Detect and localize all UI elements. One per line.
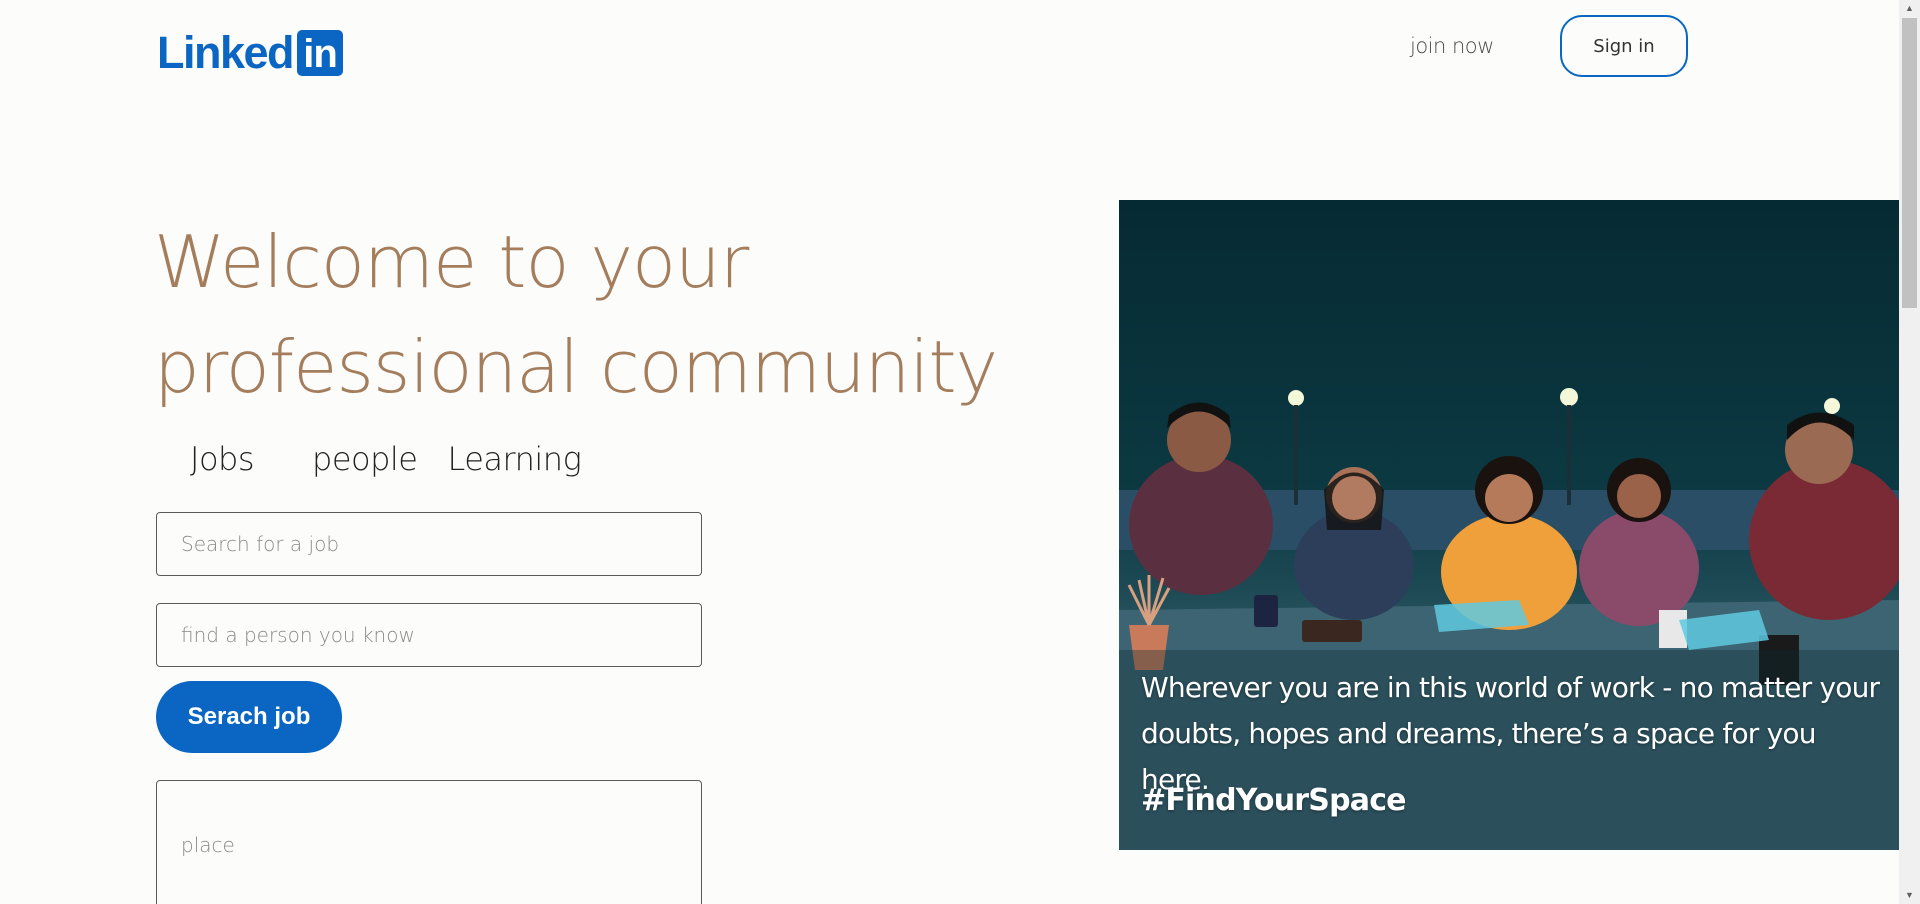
lamp-light bbox=[1560, 388, 1578, 406]
hero-image: Wherever you are in this world of work -… bbox=[1119, 200, 1899, 850]
logo-in-box: in bbox=[297, 30, 344, 76]
sign-in-button[interactable]: Sign in bbox=[1560, 15, 1688, 77]
mug bbox=[1254, 595, 1278, 627]
page: Linked in join now Sign in Welcome to yo… bbox=[0, 0, 1920, 904]
person-2 bbox=[1294, 467, 1414, 620]
search-job-button[interactable]: Serach job bbox=[156, 681, 342, 753]
lamp-post bbox=[1567, 405, 1571, 505]
person-5 bbox=[1749, 412, 1899, 620]
person-search-input[interactable] bbox=[156, 603, 702, 667]
tab-jobs[interactable]: Jobs bbox=[190, 440, 255, 478]
logo-wordmark: Linked bbox=[157, 27, 295, 78]
category-tabs: Jobs people Learning bbox=[190, 440, 582, 478]
notebook bbox=[1302, 620, 1362, 642]
vertical-scrollbar[interactable]: ▲ ▼ bbox=[1899, 0, 1920, 904]
job-search-input[interactable] bbox=[156, 512, 702, 576]
join-now-link[interactable]: join now bbox=[1410, 34, 1494, 58]
lamp-light bbox=[1288, 390, 1304, 406]
hero-title-line-1: Welcome to your bbox=[154, 220, 749, 304]
hero-image-hashtag: #FindYourSpace bbox=[1141, 783, 1407, 818]
lamp-post bbox=[1294, 405, 1298, 505]
place-input[interactable] bbox=[156, 780, 702, 904]
scroll-up-arrow-icon[interactable]: ▲ bbox=[1899, 0, 1920, 17]
person-4 bbox=[1579, 458, 1699, 626]
person-1 bbox=[1129, 402, 1273, 595]
hero-title: Welcome to your professional community bbox=[154, 210, 998, 420]
tab-learning[interactable]: Learning bbox=[447, 440, 581, 478]
hero-title-line-2: professional community bbox=[154, 325, 998, 409]
lamp-light bbox=[1824, 398, 1840, 414]
tab-people[interactable]: people bbox=[312, 440, 418, 478]
scroll-down-arrow-icon[interactable]: ▼ bbox=[1899, 887, 1920, 904]
linkedin-logo[interactable]: Linked in bbox=[157, 27, 344, 78]
scrollbar-thumb[interactable] bbox=[1902, 18, 1917, 308]
